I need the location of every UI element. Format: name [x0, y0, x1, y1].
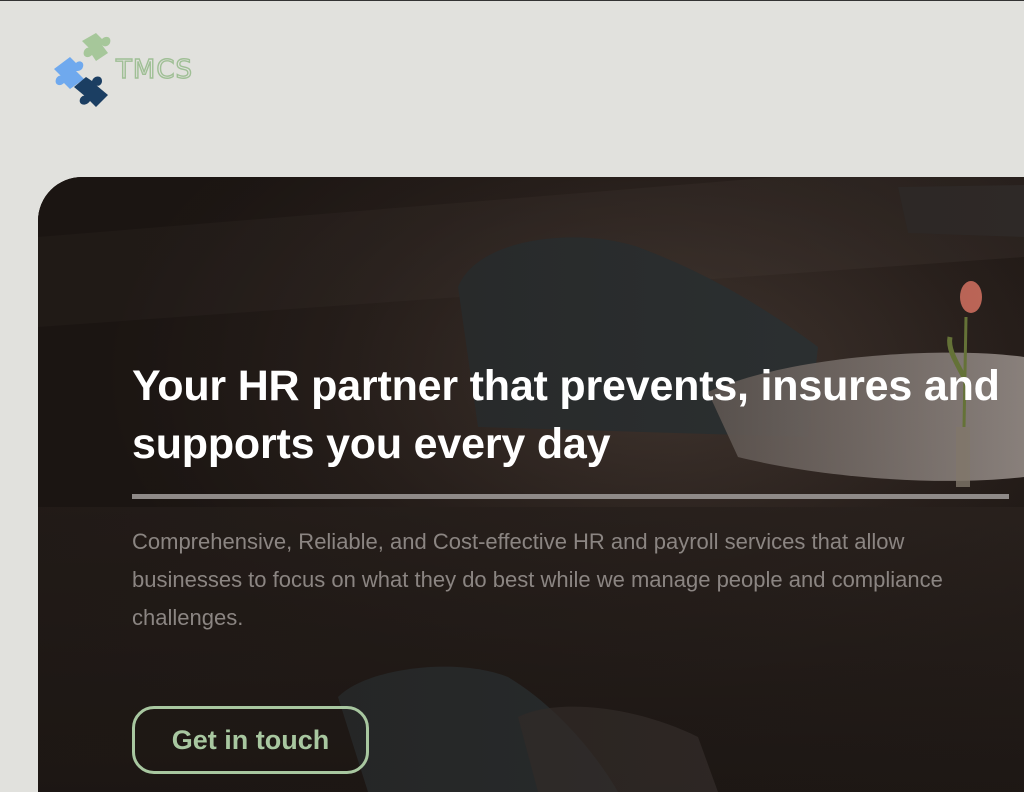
hero-overlay: [38, 177, 1024, 792]
hero-subtext: Comprehensive, Reliable, and Cost-effect…: [132, 529, 943, 630]
logo-link[interactable]: TMCS: [52, 29, 222, 113]
hero-section: Your HR partner that prevents, insures a…: [38, 177, 1024, 792]
puzzle-pieces-icon: [54, 33, 111, 107]
hero-divider: [132, 494, 1009, 499]
get-in-touch-button[interactable]: Get in touch: [132, 706, 369, 774]
site-header: TMCS: [0, 1, 1024, 177]
hero-headline: Your HR partner that prevents, insures a…: [132, 362, 1000, 468]
logo-text: TMCS: [115, 54, 193, 85]
